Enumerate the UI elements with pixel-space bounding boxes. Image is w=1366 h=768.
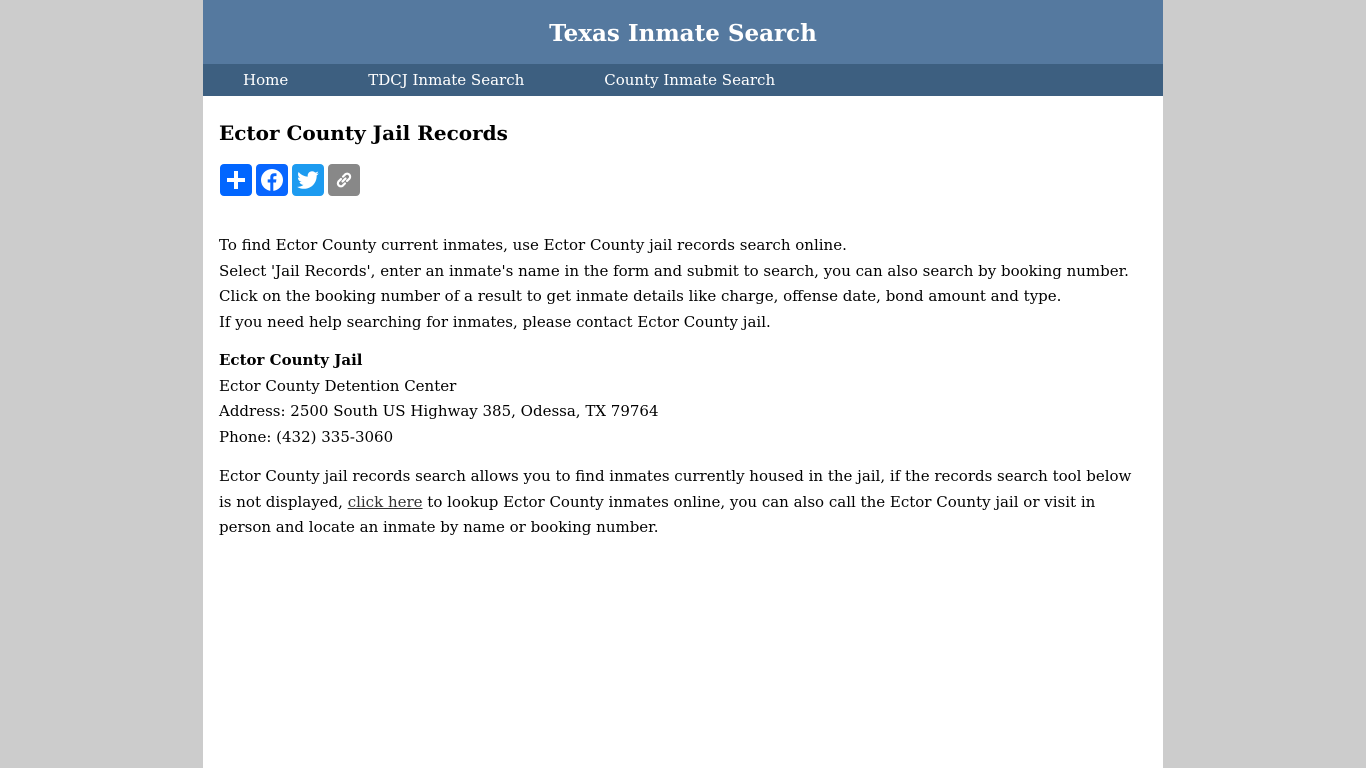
nav-item-home[interactable]: Home: [243, 71, 288, 89]
intro-text: To find Ector County current inmates, us…: [219, 233, 1144, 335]
copy-link-button[interactable]: [328, 164, 360, 196]
jail-phone: Phone: (432) 335-3060: [219, 427, 394, 446]
site-header: Texas Inmate Search: [203, 0, 1163, 64]
jail-info: Ector County Jail Ector County Detention…: [219, 348, 1144, 450]
share-plus-icon: [227, 171, 245, 189]
main-nav: Home TDCJ Inmate Search County Inmate Se…: [203, 64, 1163, 96]
facebook-share-button[interactable]: [256, 164, 288, 196]
search-note: Ector County jail records search allows …: [219, 464, 1144, 541]
twitter-icon: [297, 171, 319, 189]
intro-line: To find Ector County current inmates, us…: [219, 236, 847, 254]
link-icon: [336, 172, 352, 188]
site-title[interactable]: Texas Inmate Search: [549, 18, 817, 47]
page-container: Texas Inmate Search Home TDCJ Inmate Sea…: [203, 0, 1163, 768]
share-bar: [220, 164, 360, 196]
page-title: Ector County Jail Records: [219, 121, 508, 145]
intro-line: Select 'Jail Records', enter an inmate's…: [219, 261, 1129, 280]
intro-line: If you need help searching for inmates, …: [219, 312, 771, 331]
facebook-icon: [261, 169, 283, 191]
jail-address: Address: 2500 South US Highway 385, Odes…: [219, 402, 659, 421]
share-button[interactable]: [220, 164, 252, 196]
twitter-share-button[interactable]: [292, 164, 324, 196]
jail-facility: Ector County Detention Center: [219, 376, 457, 395]
nav-item-county-inmate-search[interactable]: County Inmate Search: [604, 71, 775, 89]
click-here-link[interactable]: click here: [348, 493, 423, 511]
nav-item-tdcj-inmate-search[interactable]: TDCJ Inmate Search: [368, 71, 524, 89]
jail-name: Ector County Jail: [219, 351, 363, 369]
intro-line: Click on the booking number of a result …: [219, 287, 1062, 306]
